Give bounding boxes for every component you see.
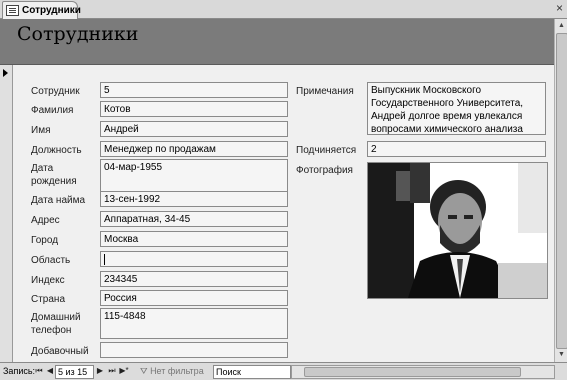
form-header: Сотрудники — [0, 19, 554, 65]
country-field[interactable]: Россия — [100, 290, 288, 306]
label-birth-date: Дата рождения — [31, 163, 77, 187]
label-employee-id: Сотрудник — [31, 86, 80, 97]
label-city: Город — [31, 235, 59, 246]
last-record-icon[interactable]: ⏭ — [107, 363, 117, 379]
hire-date-field[interactable]: 13-сен-1992 — [100, 191, 288, 207]
form-icon — [6, 5, 19, 16]
horizontal-scrollbar[interactable] — [291, 365, 555, 379]
scroll-down-icon[interactable]: ▼ — [556, 349, 567, 361]
filter-label: Нет фильтра — [150, 366, 204, 376]
vertical-scrollbar[interactable]: ▲ ▼ — [554, 19, 567, 362]
next-record-icon[interactable]: ▶ — [95, 363, 105, 379]
scroll-thumb[interactable] — [556, 33, 567, 349]
postal-code-field[interactable]: 234345 — [100, 271, 288, 287]
label-photo: Фотография — [296, 165, 353, 176]
first-name-field[interactable]: Андрей — [100, 121, 288, 137]
tab-label: Сотрудники — [22, 5, 81, 16]
last-name-field[interactable]: Котов — [100, 101, 288, 117]
position-field[interactable]: Менеджер по продажам — [100, 141, 288, 157]
tab-employees[interactable]: Сотрудники — [2, 1, 81, 19]
label-address: Адрес — [31, 215, 60, 226]
label-region: Область — [31, 255, 71, 266]
home-phone-field[interactable]: 115-4848 — [100, 308, 288, 339]
page-title: Сотрудники — [17, 23, 139, 45]
label-reports-to: Подчиняется — [296, 145, 357, 156]
record-label: Запись: — [3, 366, 36, 376]
extension-field[interactable] — [100, 342, 288, 358]
label-last-name: Фамилия — [31, 105, 74, 116]
current-record-icon — [3, 69, 8, 77]
reports-to-field[interactable]: 2 — [367, 141, 546, 157]
search-input[interactable]: Поиск — [213, 365, 291, 379]
record-selector[interactable] — [0, 65, 13, 362]
current-record-input[interactable]: 5 из 15 — [55, 365, 94, 379]
form-body: Сотрудник 5 Фамилия Котов Имя Андрей Дол… — [13, 65, 554, 362]
hscroll-thumb[interactable] — [304, 367, 521, 377]
city-field[interactable]: Москва — [100, 231, 288, 247]
notes-field[interactable]: Выпускник Московского Государственного У… — [367, 82, 546, 135]
scroll-up-icon[interactable]: ▲ — [556, 20, 567, 32]
prev-record-icon[interactable]: ◀ — [45, 363, 55, 379]
record-navigation-bar: Запись: ⏮ ◀ 5 из 15 ▶ ⏭ ▶* ⛛ Нет фильтра… — [0, 362, 567, 380]
label-notes: Примечания — [296, 86, 354, 97]
label-extension: Добавочный — [31, 346, 89, 357]
birth-date-field[interactable]: 04-мар-1955 — [100, 159, 288, 194]
close-icon[interactable]: × — [556, 1, 563, 15]
portrait-image — [368, 163, 547, 298]
first-record-icon[interactable]: ⏮ — [34, 363, 44, 379]
filter-icon: ⛛ — [140, 366, 151, 376]
address-field[interactable]: Аппаратная, 34-45 — [100, 211, 288, 227]
region-field[interactable] — [100, 251, 288, 267]
new-record-icon[interactable]: ▶* — [119, 363, 129, 379]
document-tab-bar: Сотрудники × — [0, 0, 567, 19]
label-country: Страна — [31, 294, 66, 305]
employee-id-field[interactable]: 5 — [100, 82, 288, 98]
label-postal-code: Индекс — [31, 275, 65, 286]
label-first-name: Имя — [31, 125, 51, 136]
label-home-phone: Домашний телефон — [31, 312, 81, 336]
label-position: Должность — [31, 145, 82, 156]
employee-photo[interactable] — [367, 162, 548, 299]
filter-status[interactable]: ⛛ Нет фильтра — [140, 363, 204, 379]
label-hire-date: Дата найма — [31, 195, 86, 206]
